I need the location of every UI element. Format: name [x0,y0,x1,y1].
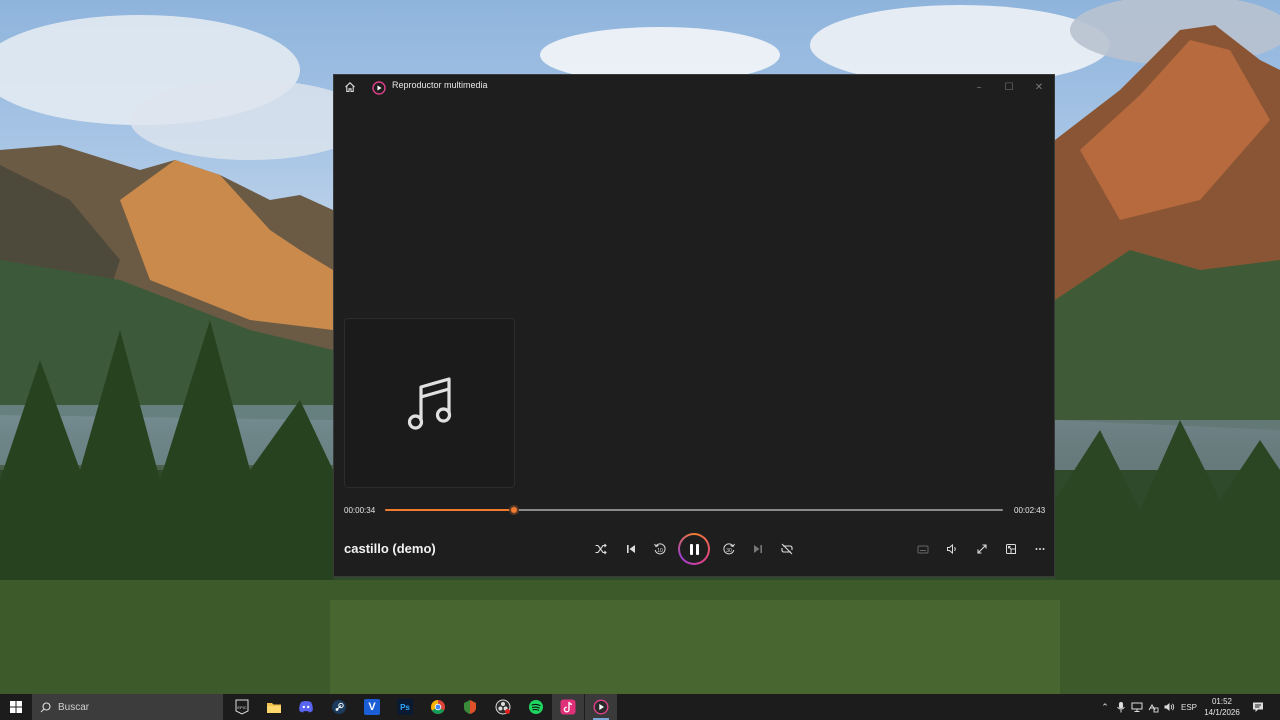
taskbar: Buscar EPIC V Ps ⌃ ESP 01:52 14/1/2026 [0,694,1280,720]
next-button[interactable] [746,537,770,561]
volume-tray-button[interactable] [1162,694,1176,720]
language-indicator[interactable]: ESP [1178,694,1200,720]
taskbar-tiktok[interactable] [552,694,584,720]
network-icon [1131,702,1143,712]
volume-icon [947,543,956,555]
steam-icon [332,700,346,714]
close-button[interactable]: ✕ [1024,75,1054,99]
title-bar[interactable]: Reproductor multimedia – ☐ ✕ [334,75,1054,99]
show-hidden-icons-button[interactable]: ⌃ [1098,694,1112,720]
taskbar-steam[interactable] [323,694,355,720]
chevron-up-icon: ⌃ [1101,701,1109,712]
more-options-button[interactable] [1028,537,1052,561]
taskbar-obs[interactable] [487,694,519,720]
home-icon [345,82,355,93]
window-title: Reproductor multimedia [392,80,488,90]
repeat-button[interactable] [775,537,799,561]
notification-icon [1253,702,1263,712]
taskbar-discord[interactable] [290,694,322,720]
app-icon [464,700,476,714]
notifications-button[interactable] [1248,694,1268,720]
current-time: 00:00:34 [344,506,376,515]
more-icon [1035,548,1045,550]
svg-text:30: 30 [726,548,732,554]
clock-time: 01:52 [1211,697,1233,706]
close-icon: ✕ [1034,81,1044,93]
taskbar-app[interactable] [454,694,486,720]
forward-30-icon: 30 [723,543,735,555]
minimize-button[interactable]: – [964,75,994,99]
seek-bar[interactable] [385,505,1003,515]
pause-icon [680,535,708,563]
printer-icon [1148,704,1159,713]
fullscreen-icon [977,544,987,554]
rewind-10-button[interactable]: 10 [648,537,672,561]
volume-button[interactable] [940,537,964,561]
photoshop-icon: Ps [397,699,413,715]
taskbar-search-box[interactable]: Buscar [32,694,223,720]
home-button[interactable] [342,79,358,95]
mini-player-button[interactable] [911,537,935,561]
taskbar-epic-games[interactable]: EPIC [226,694,258,720]
previous-button[interactable] [619,537,643,561]
shuffle-icon [595,543,607,555]
media-player-app-icon [372,80,386,95]
music-note-icon [407,377,451,430]
microphone-button[interactable] [1114,694,1128,720]
discord-icon [299,701,313,713]
bluetooth-button[interactable] [1146,694,1160,720]
taskbar-v-app[interactable]: V [356,694,388,720]
taskbar-photoshop[interactable]: Ps [389,694,421,720]
obs-icon [495,699,511,715]
track-title: castillo (demo) [344,541,436,556]
search-icon [40,701,51,712]
maximize-button[interactable]: ☐ [994,75,1024,99]
taskbar-media-player[interactable] [585,694,617,720]
seek-progress [385,509,514,511]
file-explorer-icon [267,703,281,713]
media-player-window: Reproductor multimedia – ☐ ✕ 00:00:34 00… [333,74,1055,577]
previous-icon [627,545,635,553]
taskbar-spotify[interactable] [520,694,552,720]
epic-games-label: EPIC [237,704,247,710]
speaker-icon [1164,703,1175,711]
minimize-icon: – [976,81,982,93]
seek-thumb[interactable] [508,505,519,515]
cast-icon [1006,544,1016,554]
svg-text:10: 10 [657,548,663,554]
start-button[interactable] [0,694,32,720]
microphone-icon [1117,702,1125,713]
taskbar-file-explorer[interactable] [258,694,290,720]
next-icon [754,545,762,553]
taskbar-chrome[interactable] [422,694,454,720]
pause-button[interactable] [678,533,710,565]
mini-player-icon [917,545,929,554]
fullscreen-button[interactable] [970,537,994,561]
rewind-10-icon: 10 [654,543,666,555]
windows-icon [10,701,22,713]
forward-30-button[interactable]: 30 [717,537,741,561]
maximize-icon: ☐ [1004,81,1014,93]
repeat-off-icon [781,543,793,555]
shuffle-button[interactable] [589,537,613,561]
total-time: 00:02:43 [1014,506,1046,515]
v-app-icon: V [364,699,380,715]
clock-date: 14/1/2026 [1204,708,1240,717]
clock[interactable]: 01:52 14/1/2026 [1202,696,1242,718]
album-art-placeholder [344,318,515,488]
chrome-icon [431,700,445,714]
tiktok-icon [560,699,576,715]
network-button[interactable] [1130,694,1144,720]
media-player-icon [593,699,609,715]
spotify-icon [529,700,543,714]
cast-button[interactable] [999,537,1023,561]
search-placeholder: Buscar [58,701,90,713]
